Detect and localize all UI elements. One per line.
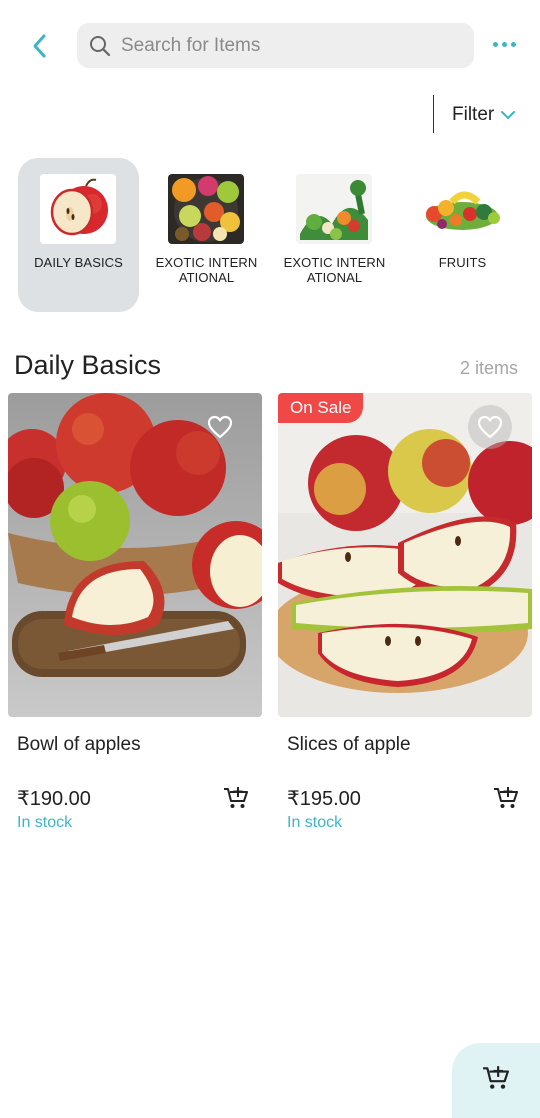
cart-button[interactable] bbox=[452, 1043, 540, 1118]
product-name[interactable]: Bowl of apples bbox=[17, 734, 141, 756]
category-exotic-international-2[interactable]: EXOTIC INTERN ATIONAL bbox=[274, 158, 395, 312]
vegetables-image bbox=[296, 174, 372, 244]
more-options-button[interactable] bbox=[486, 30, 522, 58]
cart-icon bbox=[483, 1065, 509, 1089]
category-label: FRUITS bbox=[438, 255, 487, 270]
section-title: Daily Basics bbox=[14, 350, 162, 380]
search-icon bbox=[87, 33, 113, 59]
item-count: 2 items bbox=[459, 358, 518, 378]
filter-label: Filter bbox=[452, 104, 495, 125]
category-label: DAILY BASICS bbox=[34, 255, 123, 270]
category-carousel: DAILY BASICS EXOTIC INTERN ATIONAL EXOTI… bbox=[18, 158, 528, 313]
filter-divider bbox=[433, 95, 434, 133]
product-price: ₹190.00 bbox=[17, 788, 91, 810]
mixed-fruits-image bbox=[424, 174, 500, 244]
bowl-of-apples-image[interactable] bbox=[8, 393, 262, 717]
heart-icon bbox=[477, 415, 503, 439]
more-dot bbox=[501, 41, 507, 47]
chevron-left-icon bbox=[33, 34, 46, 58]
category-daily-basics[interactable]: DAILY BASICS bbox=[18, 158, 139, 312]
product-card[interactable]: On Sale Slices of apple ₹195.00 In stock bbox=[278, 393, 532, 853]
category-label: EXOTIC INTERN ATIONAL bbox=[155, 255, 258, 285]
favorite-button[interactable] bbox=[468, 405, 512, 449]
add-to-cart-button[interactable] bbox=[492, 785, 520, 811]
more-dot bbox=[510, 41, 516, 47]
apple-slices-image[interactable]: On Sale bbox=[278, 393, 532, 717]
product-price: ₹195.00 bbox=[287, 788, 361, 810]
heart-icon bbox=[207, 415, 233, 439]
add-to-cart-button[interactable] bbox=[222, 785, 250, 811]
add-to-cart-icon bbox=[224, 787, 248, 808]
search-placeholder: Search for Items bbox=[121, 34, 261, 56]
apple-image bbox=[40, 174, 116, 244]
stock-status: In stock bbox=[287, 814, 343, 831]
category-fruits[interactable]: FRUITS bbox=[402, 158, 523, 312]
category-exotic-international-1[interactable]: EXOTIC INTERN ATIONAL bbox=[146, 158, 267, 312]
category-label: EXOTIC INTERN ATIONAL bbox=[283, 255, 386, 285]
product-name[interactable]: Slices of apple bbox=[287, 734, 411, 756]
product-listing-screen: Search for Items Filter DAILY BASICS EXO… bbox=[0, 0, 540, 1118]
back-button[interactable] bbox=[24, 30, 56, 62]
product-card[interactable]: Bowl of apples ₹190.00 In stock bbox=[8, 393, 262, 853]
chevron-down-icon bbox=[501, 111, 516, 119]
more-dots-icon bbox=[492, 41, 498, 47]
add-to-cart-icon bbox=[494, 787, 518, 808]
top-bar: Search for Items bbox=[0, 0, 540, 90]
filter-button[interactable]: Filter bbox=[452, 100, 516, 130]
on-sale-badge: On Sale bbox=[278, 393, 364, 423]
exotic-fruit-platter-image bbox=[168, 174, 244, 244]
favorite-button[interactable] bbox=[198, 405, 242, 449]
search-input[interactable]: Search for Items bbox=[77, 23, 474, 68]
stock-status: In stock bbox=[17, 814, 73, 831]
